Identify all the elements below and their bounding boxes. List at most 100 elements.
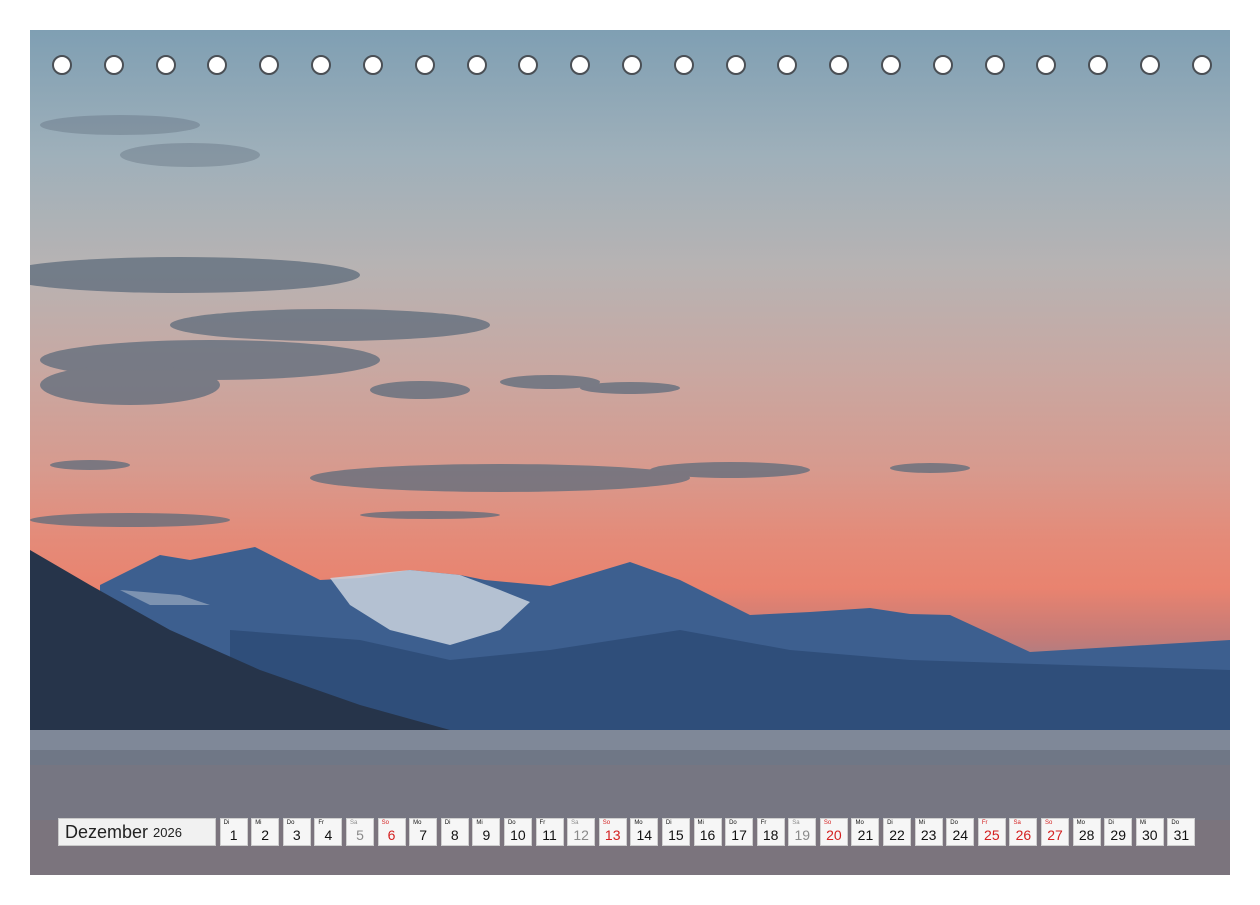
binding-hole bbox=[984, 55, 1005, 75]
day-number: 24 bbox=[952, 827, 969, 843]
calendar-day: Fr 11 bbox=[535, 818, 564, 846]
binding-hole bbox=[881, 55, 901, 75]
calendar-day: Di 8 bbox=[440, 818, 469, 846]
day-number: 20 bbox=[826, 827, 842, 843]
calendar-day: Mi 23 bbox=[914, 818, 943, 846]
calendar-day: Mo 7 bbox=[409, 818, 438, 846]
day-weekday: Do bbox=[950, 820, 958, 826]
day-number: 30 bbox=[1142, 827, 1158, 843]
binding-hole bbox=[777, 55, 798, 75]
day-number: 10 bbox=[510, 827, 526, 843]
day-weekday: Do bbox=[286, 820, 295, 826]
day-weekday: So bbox=[823, 820, 832, 826]
calendar-day: Do 10 bbox=[503, 818, 532, 846]
day-number: 27 bbox=[1047, 827, 1063, 843]
day-weekday: Fr bbox=[539, 820, 546, 826]
day-weekday: Fr bbox=[981, 820, 988, 826]
binding-hole bbox=[207, 55, 228, 75]
calendar-day: So 13 bbox=[598, 818, 627, 846]
calendar-day: Sa 19 bbox=[788, 818, 817, 846]
calendar-day: So 27 bbox=[1041, 818, 1070, 846]
calendar-day: Mi 9 bbox=[472, 818, 501, 846]
binding-hole bbox=[673, 55, 694, 75]
day-number: 23 bbox=[920, 827, 937, 843]
calendar-day: Do 3 bbox=[282, 818, 311, 846]
day-number: 8 bbox=[450, 827, 459, 843]
binding-hole bbox=[1191, 55, 1212, 75]
day-weekday: Fr bbox=[318, 820, 325, 826]
calendar-day: Di 15 bbox=[661, 818, 690, 846]
day-weekday: Di bbox=[887, 820, 893, 826]
day-number: 17 bbox=[731, 827, 747, 843]
day-weekday: Sa bbox=[792, 820, 800, 826]
calendar-day: Di 1 bbox=[219, 818, 248, 846]
day-number: 13 bbox=[604, 827, 621, 843]
binding-hole bbox=[1140, 55, 1161, 75]
binding-hole bbox=[1088, 55, 1109, 75]
calendar-day: Di 22 bbox=[883, 818, 912, 846]
day-number: 22 bbox=[889, 827, 905, 843]
binding-hole bbox=[725, 55, 746, 75]
day-number: 12 bbox=[573, 827, 589, 843]
day-weekday: Di bbox=[665, 820, 672, 826]
month-label: Dezember 2026 bbox=[58, 818, 216, 846]
day-weekday: Mo bbox=[855, 820, 864, 826]
day-number: 26 bbox=[1015, 827, 1032, 843]
day-weekday: Mo bbox=[1076, 820, 1085, 826]
binding-hole bbox=[1036, 55, 1057, 75]
binding-hole bbox=[570, 55, 591, 75]
calendar-day: Mo 21 bbox=[851, 818, 880, 846]
calendar-day: Mo 14 bbox=[630, 818, 659, 846]
day-number: 4 bbox=[324, 827, 333, 843]
day-weekday: Mi bbox=[697, 820, 704, 826]
binding-holes bbox=[52, 55, 1212, 79]
binding-hole bbox=[155, 55, 176, 75]
binding-hole bbox=[621, 55, 642, 75]
landscape-photo bbox=[30, 30, 1230, 875]
day-weekday: Di bbox=[223, 820, 230, 826]
clouds bbox=[30, 115, 970, 527]
calendar-day: Mo 28 bbox=[1072, 818, 1101, 846]
day-number: 9 bbox=[482, 827, 491, 843]
day-number: 15 bbox=[668, 827, 684, 843]
calendar-day: Sa 26 bbox=[1009, 818, 1038, 846]
day-number: 1 bbox=[229, 827, 238, 843]
binding-hole bbox=[932, 55, 953, 75]
day-weekday: Mi bbox=[255, 820, 262, 826]
calendar-day: Do 24 bbox=[946, 818, 975, 846]
day-weekday: Mi bbox=[918, 820, 925, 826]
day-weekday: So bbox=[1045, 820, 1053, 826]
day-weekday: Mo bbox=[413, 820, 422, 826]
calendar-day: So 6 bbox=[377, 818, 406, 846]
calendar-day: Fr 18 bbox=[756, 818, 785, 846]
day-number: 2 bbox=[261, 827, 270, 843]
day-weekday: Sa bbox=[571, 820, 579, 826]
calendar-strip: Dezember 2026 Di 1 Mi 2 Do 3 Fr 4 Sa 5 So 6 Mo 7 Di 8 Mi… bbox=[58, 818, 1196, 846]
month-name: Dezember bbox=[65, 821, 149, 842]
day-weekday: Fr bbox=[760, 820, 767, 826]
calendar-day: Mi 2 bbox=[251, 818, 280, 846]
day-number: 19 bbox=[794, 827, 811, 843]
day-number: 18 bbox=[762, 827, 779, 843]
calendar-day: Sa 12 bbox=[567, 818, 596, 846]
day-weekday: Di bbox=[444, 820, 451, 826]
calendar-day: Do 31 bbox=[1167, 818, 1196, 846]
day-weekday: Mi bbox=[476, 820, 483, 826]
day-number: 7 bbox=[419, 827, 428, 843]
calendar-day: Fr 4 bbox=[314, 818, 343, 846]
binding-hole bbox=[52, 55, 72, 75]
calendar-day: Fr 25 bbox=[977, 818, 1006, 846]
day-weekday: So bbox=[602, 820, 611, 826]
calendar-day: Mi 16 bbox=[693, 818, 722, 846]
binding-hole bbox=[103, 55, 124, 75]
day-weekday: Sa bbox=[1013, 820, 1021, 826]
day-number: 14 bbox=[636, 827, 653, 843]
binding-hole bbox=[414, 55, 435, 75]
binding-hole bbox=[466, 55, 487, 75]
day-weekday: Sa bbox=[349, 820, 358, 826]
day-number: 28 bbox=[1078, 827, 1095, 843]
day-weekday: Do bbox=[729, 820, 737, 826]
calendar-day: Sa 5 bbox=[345, 818, 374, 846]
binding-hole bbox=[829, 55, 850, 75]
day-weekday: Mo bbox=[634, 820, 643, 826]
